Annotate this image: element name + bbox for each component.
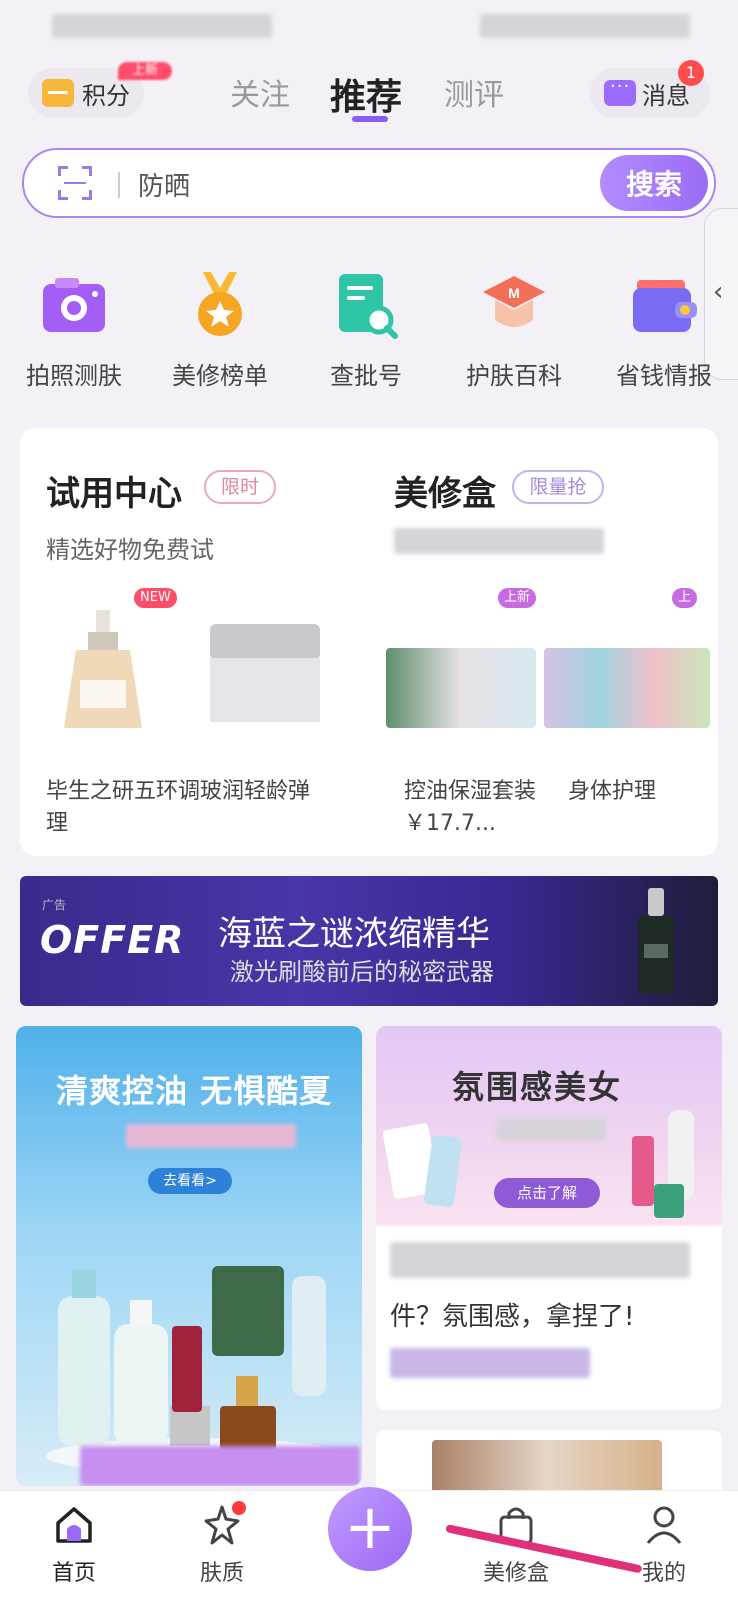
skincare-products-image [46,1266,342,1474]
medal-icon [185,270,255,340]
ad-logo: OFFER [40,918,185,962]
ad-subtitle: 激光刷酸前后的秘密武器 [230,958,494,986]
wallet-icon [629,270,699,340]
feed-card-left[interactable]: 清爽控油 无惧酷夏 去看看> [16,1026,362,1486]
person-icon [642,1503,686,1547]
messages-count-badge: 1 [678,60,704,86]
beauty-box-title[interactable]: 美修盒 [394,466,496,515]
tool-batch-lookup[interactable]: 查批号 [292,270,440,391]
tab-follow[interactable]: 关注 [230,70,290,114]
trial-center-title[interactable]: 试用中心 [46,466,182,515]
nav-mine[interactable]: 我的 [604,1503,724,1587]
lipstick-bottle-image [632,1110,694,1218]
tool-label: 拍照测肤 [26,362,122,390]
chat-bubble-icon [604,76,636,106]
top-nav: 积分 关注 推荐 测评 消息 [0,58,738,130]
tab-review[interactable]: 测评 [444,70,504,114]
skincare-set-image [386,648,536,728]
trial-center-subtitle: 精选好物免费试 [46,536,214,564]
serum-bottle-icon [638,888,674,994]
feed-card-right[interactable]: 氛围感美女 点击了解 件？氛围感，拿捏了! [376,1026,722,1410]
new-arrival-badge: 上新 [672,588,698,625]
ad-banner[interactable]: 广告 OFFER 海蓝之谜浓缩精华 激光刷酸前后的秘密武器 [20,876,718,1006]
ad-title: 海蓝之谜浓缩精华 [218,914,490,954]
limited-time-tag: 限时 [204,470,276,504]
serum-bottle-image [64,610,142,728]
tab-recommend[interactable]: 推荐 [330,68,402,120]
feed-right-author-blur [390,1348,590,1378]
tool-photo-skin-test[interactable]: 拍照测肤 [0,270,148,391]
add-post-button[interactable]: + [328,1487,412,1571]
home-icon [52,1503,96,1547]
nav-label: 肤质 [199,1561,244,1586]
feed-right-title: 氛围感美女 [452,1068,623,1106]
cosmetics-image [382,1123,462,1208]
nav-label: 首页 [51,1561,96,1586]
nav-home[interactable]: 首页 [14,1503,134,1587]
notification-dot [232,1501,246,1515]
feed-left-subtitle-blur [126,1124,296,1148]
status-bar [0,0,738,50]
tool-label: 美修榜单 [172,362,268,390]
quick-tools: 拍照测肤 美修榜单 查批号 M 护肤百科 省钱情报 [0,270,738,400]
search-divider [118,172,120,198]
go-see-button[interactable]: 去看看> [148,1168,232,1194]
beauty-box-subtitle-blur [394,528,604,554]
skin-sparkle-icon [200,1501,246,1547]
feed-right-text: 件？氛围感，拿捏了! [390,1302,635,1332]
new-badge: NEW [134,588,177,608]
tool-ranking-list[interactable]: 美修榜单 [146,270,294,391]
points-new-badge: 上新 [118,62,172,80]
status-bar-left-blur [52,14,272,38]
nav-label: 美修盒 [482,1561,549,1586]
limited-quantity-tag: 限量抢 [512,470,604,504]
ad-label: 广告 [42,898,67,912]
search-button[interactable]: 搜索 [600,155,708,211]
svg-text:M: M [508,285,520,301]
product-name: 控油保湿套装 ￥17.7... [404,779,537,836]
feed-right-subtitle-blur [496,1118,606,1140]
tool-skincare-wiki[interactable]: M 护肤百科 [440,270,588,391]
feed-left-title: 清爽控油 无惧酷夏 [56,1072,333,1110]
tool-label: 护肤百科 [466,362,562,390]
product-name: 身体护理 [568,779,657,804]
tool-label: 省钱情报 [616,362,712,390]
search-bar[interactable]: 防晒 搜索 [22,148,716,218]
batch-search-icon [331,270,401,340]
camera-icon [39,270,109,340]
points-label: 积分 [82,81,130,110]
tool-label: 查批号 [330,362,402,390]
tool-saving-tips[interactable]: 省钱情报 [590,270,738,391]
cream-jar-image [210,624,320,722]
new-arrival-badge: 上新 [498,588,536,608]
feed-right-banner: 氛围感美女 点击了解 [376,1026,722,1226]
feed-right-headline-blur [390,1242,690,1278]
nav-label: 我的 [641,1561,686,1586]
search-input[interactable]: 防晒 [138,166,190,203]
product-name: 玻润轻龄弹 [200,779,311,804]
learn-more-button[interactable]: 点击了解 [494,1178,600,1208]
trial-center-card: 试用中心 限时 精选好物免费试 美修盒 限量抢 NEW 毕生之研五环调理 玻润轻… [20,428,718,856]
feed-left-caption-blur [80,1446,360,1486]
body-care-image [544,648,710,728]
status-bar-right-blur [480,14,690,38]
scan-icon[interactable] [58,166,92,200]
graduation-cap-icon: M [479,270,549,340]
points-icon [42,79,74,107]
active-tab-indicator [352,116,388,122]
bottom-nav: 首页 肤质 + 美修盒 我的 [0,1487,738,1600]
nav-skin-type[interactable]: 肤质 [162,1501,282,1587]
product-name: 毕生之研五环调理 [46,779,201,836]
